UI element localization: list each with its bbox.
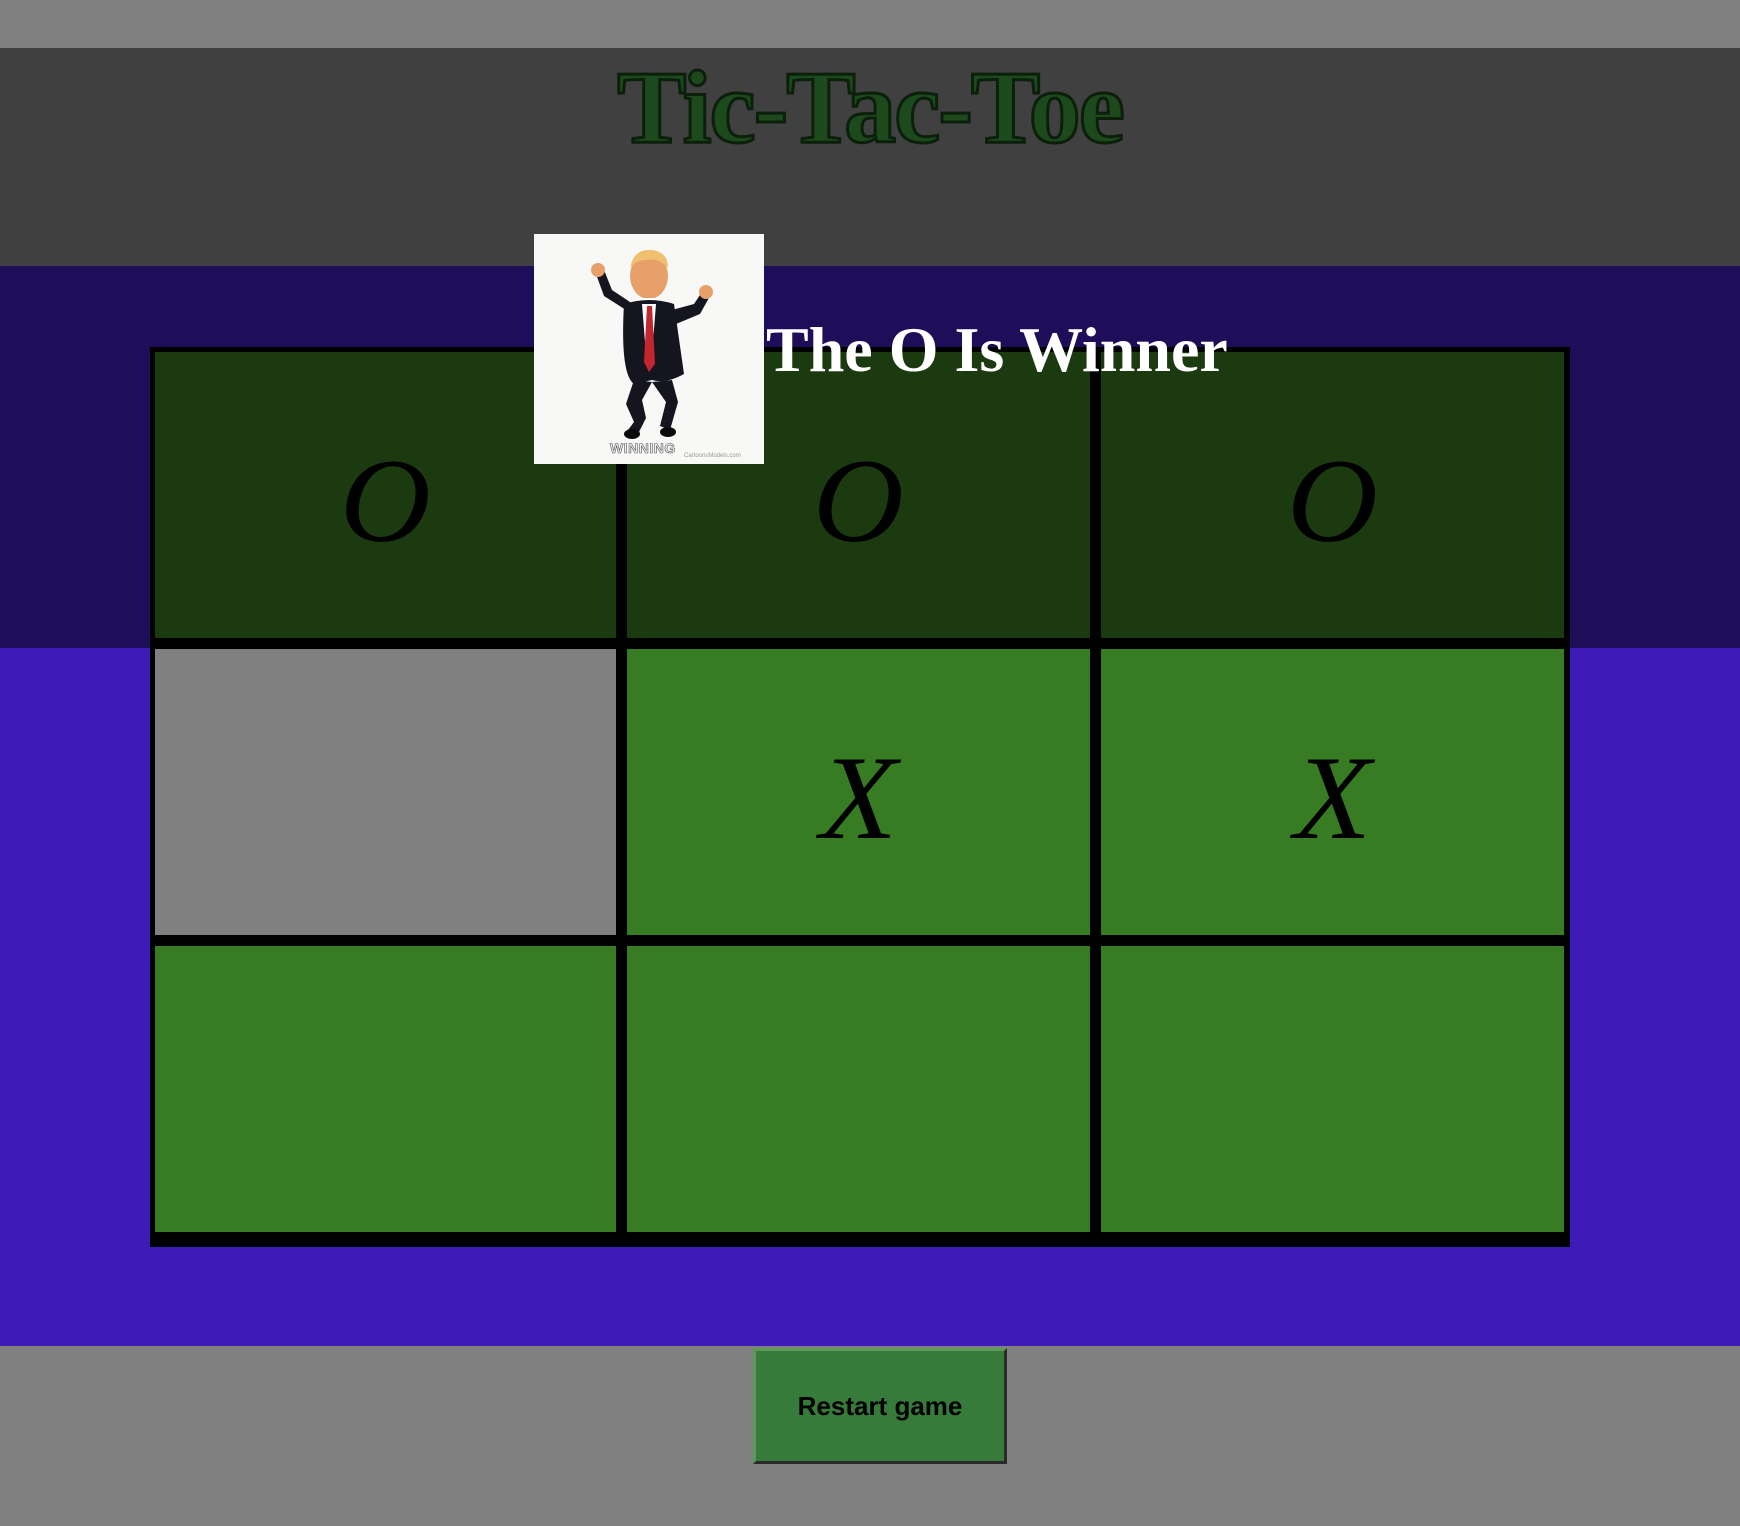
cell-mark: X: [1294, 731, 1371, 864]
winner-image-caption: WINNING: [610, 440, 676, 457]
cell-mark: X: [820, 731, 897, 864]
board-cell-7[interactable]: [627, 946, 1090, 1232]
board-cell-4[interactable]: X: [627, 649, 1090, 935]
cell-mark: O: [339, 434, 431, 567]
dancing-man-icon: [591, 249, 713, 439]
cell-mark: O: [812, 434, 904, 567]
board-cell-6[interactable]: [155, 946, 616, 1232]
game-board: O O O X X: [150, 347, 1570, 1247]
page-title: Tic-Tac-Toe: [616, 50, 1127, 165]
winner-image: WINNING CartoonsModels.com: [534, 234, 764, 464]
cell-mark: O: [1286, 434, 1378, 567]
page: Tic-Tac-Toe O O O X X WINNING CartoonsMo…: [0, 0, 1740, 1526]
board-cell-8[interactable]: [1101, 946, 1564, 1232]
winner-message: The O Is Winner: [766, 314, 1228, 385]
board-cell-3[interactable]: [155, 649, 616, 935]
winner-image-credit: CartoonsModels.com: [684, 453, 741, 459]
board-cell-2[interactable]: O: [1101, 352, 1564, 638]
restart-game-button[interactable]: Restart game: [753, 1348, 1007, 1464]
board-cell-5[interactable]: X: [1101, 649, 1564, 935]
